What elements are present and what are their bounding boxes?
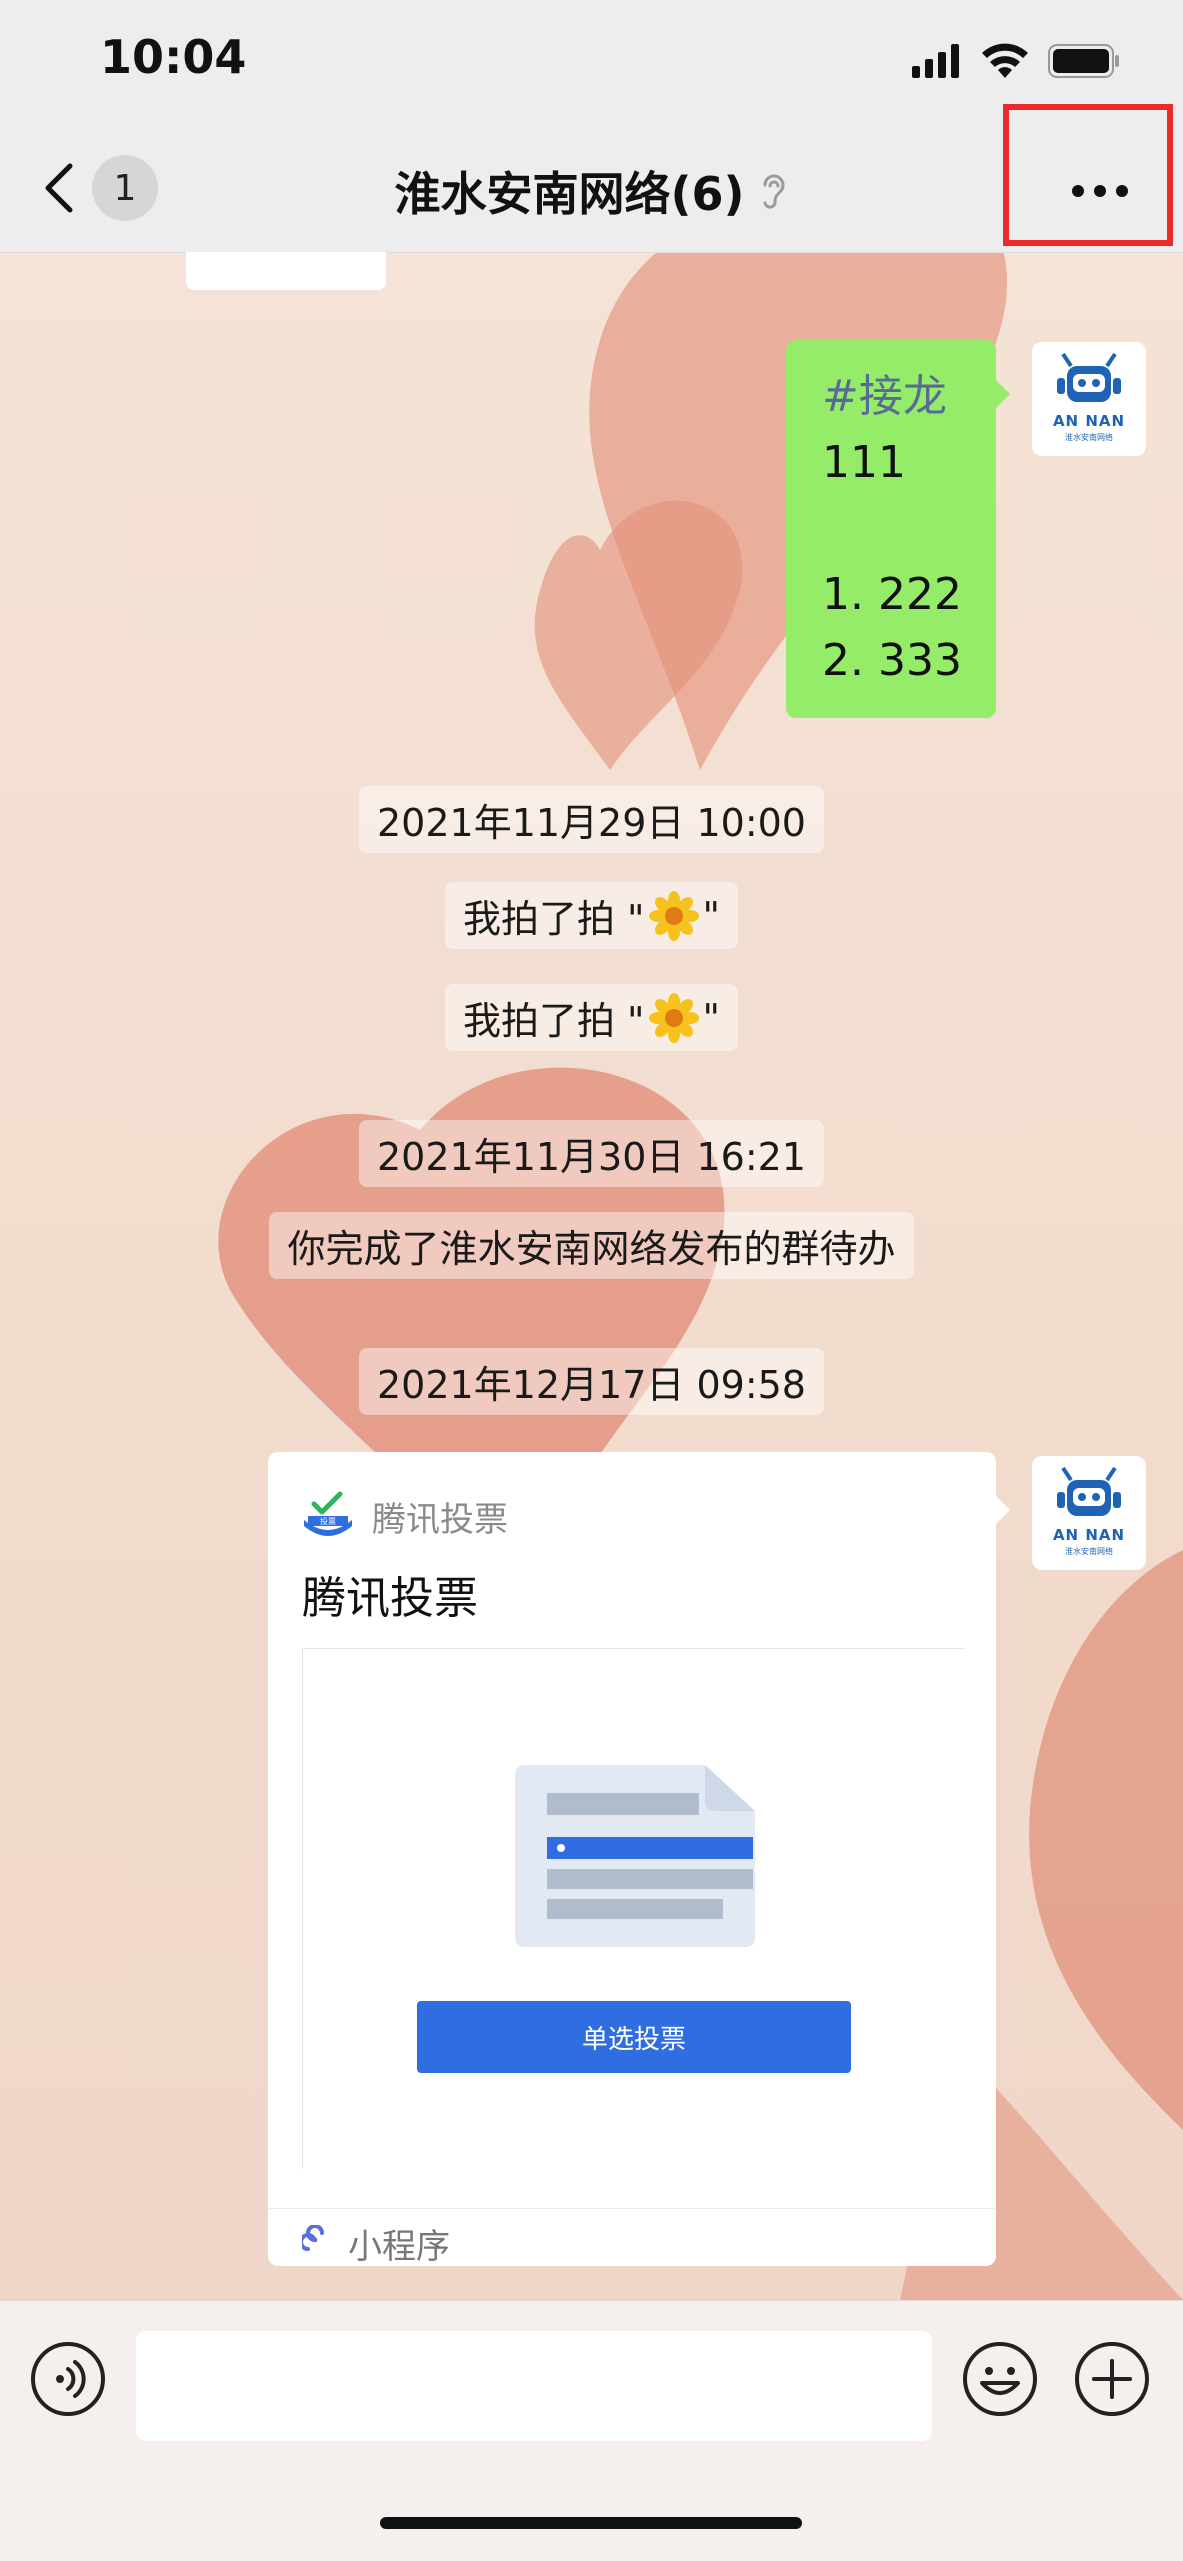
mini-program-icon [302,2225,324,2251]
pat-notice-row: 我拍了拍 " " [0,882,1183,949]
timestamp: 2021年12月17日 09:58 [358,1348,824,1415]
voice-input-icon[interactable] [30,2341,106,2417]
single-vote-button[interactable]: 单选投票 [417,2001,851,2073]
pat-notice: 我拍了拍 " " [444,882,739,949]
mini-program-label: 小程序 [348,2227,450,2266]
status-bar: 10:04 [0,0,1183,120]
pat-notice-row: 我拍了拍 " " [0,984,1183,1051]
timestamp-row: 2021年11月30日 16:21 [0,1120,1183,1187]
avatar-brand: AN NAN [1052,412,1126,430]
message-line [822,496,996,562]
more-dots-icon[interactable] [1070,183,1130,199]
emoji-icon[interactable] [962,2341,1038,2417]
tencent-vote-logo-icon: 投票 [304,1491,352,1536]
more-button-highlight-box [1003,104,1173,246]
card-footer: 小程序 [268,2208,996,2266]
timestamp-row: 2021年12月17日 09:58 [0,1348,1183,1415]
outgoing-message-bubble[interactable]: #接龙 111 1. 222 2. 333 [786,340,1010,718]
earpiece-mode-icon [763,174,785,209]
pat-notice-suffix: " [702,893,721,938]
message-line: 1. 222 [822,569,962,620]
logo-text: 投票 [320,1516,336,1526]
pat-notice-prefix: 我拍了拍 " [462,999,645,1043]
sender-avatar[interactable]: AN NAN 淮水安南网络 [1032,1456,1146,1570]
document-illustration-icon [515,1765,755,1947]
home-indicator [380,2517,802,2529]
todo-notice-row: 你完成了淮水安南网络发布的群待办 [0,1212,1183,1279]
avatar-subtitle: 淮水安南网络 [1065,433,1113,442]
timestamp: 2021年11月30日 16:21 [358,1120,824,1187]
card-app-name: 腾讯投票 [372,1500,508,1540]
sunflower-icon [648,890,699,941]
battery-icon [1048,44,1119,78]
sunflower-icon [648,992,699,1043]
plus-icon[interactable] [1074,2341,1150,2417]
avatar-subtitle: 淮水安南网络 [1065,1547,1113,1556]
card-preview-image: 单选投票 [302,1648,965,2169]
timestamp-row: 2021年11月29日 10:00 [0,786,1183,853]
previous-message-bubble[interactable] [186,252,386,290]
chat-title: 淮水安南网络(6) [394,167,745,221]
mini-program-card[interactable]: 投票 腾讯投票 腾讯投票 单选投票 小程序 [268,1452,996,2266]
status-time: 10:04 [100,30,247,84]
pat-notice: 我拍了拍 " " [444,984,739,1051]
pat-notice-suffix: " [702,995,721,1040]
todo-notice[interactable]: 你完成了淮水安南网络发布的群待办 [269,1212,914,1279]
card-title: 腾讯投票 [302,1573,478,1624]
message-line[interactable]: #接龙 [822,364,996,430]
pat-notice-prefix: 我拍了拍 " [462,897,645,941]
input-bar [0,2300,1183,2561]
robot-logo-icon [1057,1466,1121,1516]
avatar-brand: AN NAN [1052,1526,1126,1544]
cellular-signal-icon [912,44,959,78]
message-line: 2. 333 [822,635,962,686]
robot-logo-icon [1057,352,1121,402]
timestamp: 2021年11月29日 10:00 [358,786,824,853]
message-line: 111 [822,437,906,488]
message-input[interactable] [136,2331,932,2441]
sender-avatar[interactable]: AN NAN 淮水安南网络 [1032,342,1146,456]
wifi-icon [982,43,1028,78]
